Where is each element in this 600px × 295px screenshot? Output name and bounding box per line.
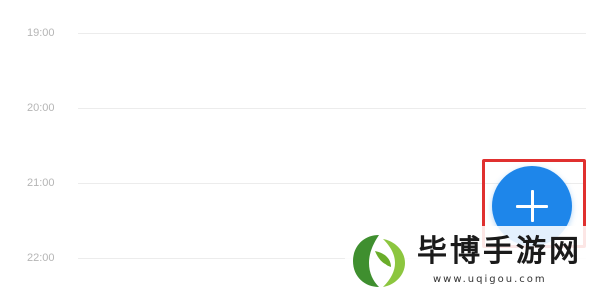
hour-divider: [78, 33, 586, 34]
time-label: 19:00: [27, 27, 55, 39]
time-slot-19[interactable]: 19:00: [0, 23, 600, 43]
watermark-title: 毕博手游网: [417, 234, 582, 269]
time-slot-20[interactable]: 20:00: [0, 98, 600, 118]
time-label: 21:00: [27, 177, 55, 189]
hour-divider: [78, 108, 586, 109]
watermark-url: www.uqigou.com: [433, 274, 547, 285]
leaf-logo-icon: [353, 235, 405, 287]
time-label: 20:00: [27, 102, 55, 114]
time-label: 22:00: [27, 252, 55, 264]
watermark: 毕博手游网 www.uqigou.com: [345, 226, 600, 295]
